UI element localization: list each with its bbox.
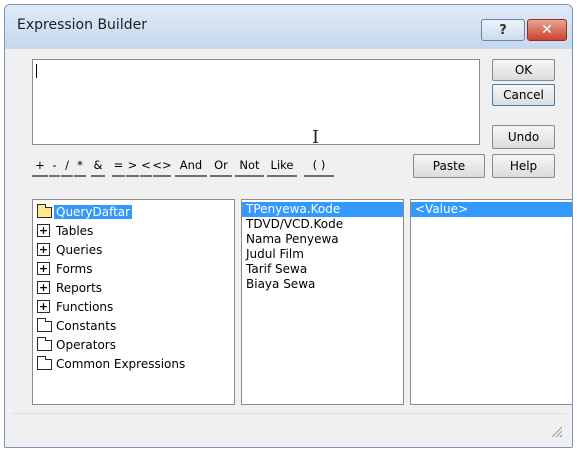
ibeam-cursor-icon: I bbox=[312, 127, 320, 148]
expand-plus-icon[interactable]: + bbox=[37, 224, 50, 237]
folder-open-icon bbox=[37, 204, 52, 218]
list-item[interactable]: TPenyewa.Kode bbox=[242, 202, 403, 217]
expand-plus-icon[interactable]: + bbox=[37, 262, 50, 275]
element-fields-list[interactable]: TPenyewa.Kode TDVD/VCD.Kode Nama Penyewa… bbox=[241, 199, 404, 405]
operator-parentheses-button[interactable]: ( ) bbox=[304, 158, 334, 177]
expression-builder-window: Expression Builder ? ✕ I OK Cancel Undo … bbox=[4, 4, 573, 448]
list-item[interactable]: Biaya Sewa bbox=[242, 277, 403, 292]
help-button[interactable]: Help bbox=[492, 154, 555, 178]
operator-divide-button[interactable]: / bbox=[61, 158, 73, 177]
element-values-list[interactable]: <Value> bbox=[410, 199, 572, 405]
list-item[interactable]: <Value> bbox=[411, 202, 572, 217]
list-item[interactable]: Nama Penyewa bbox=[242, 232, 403, 247]
expand-plus-icon[interactable]: + bbox=[37, 300, 50, 313]
tree-item-operators[interactable]: Operators bbox=[33, 335, 234, 354]
cancel-button[interactable]: Cancel bbox=[492, 84, 555, 106]
expression-input[interactable] bbox=[32, 59, 480, 145]
list-item[interactable]: Tarif Sewa bbox=[242, 262, 403, 277]
text-caret bbox=[36, 64, 37, 78]
dialog-body: I OK Cancel Undo + - / * & = > < <> And … bbox=[11, 49, 572, 441]
operator-greater-button[interactable]: > bbox=[126, 158, 139, 177]
status-bar bbox=[11, 413, 566, 441]
tree-item-functions[interactable]: + Functions bbox=[33, 297, 234, 316]
operator-equals-button[interactable]: = bbox=[112, 158, 125, 177]
operator-or-button[interactable]: Or bbox=[210, 158, 232, 177]
operator-like-button[interactable]: Like bbox=[267, 158, 297, 177]
tree-item-forms[interactable]: + Forms bbox=[33, 259, 234, 278]
close-icon: ✕ bbox=[541, 22, 553, 38]
expand-plus-icon[interactable]: + bbox=[37, 281, 50, 294]
operator-not-equal-button[interactable]: <> bbox=[152, 158, 172, 177]
folder-icon bbox=[37, 318, 52, 332]
undo-button[interactable]: Undo bbox=[492, 125, 555, 149]
operator-concat-button[interactable]: & bbox=[91, 158, 105, 177]
tree-item-constants[interactable]: Constants bbox=[33, 316, 234, 335]
question-mark-icon: ? bbox=[499, 22, 507, 38]
folder-icon bbox=[37, 337, 52, 351]
operator-multiply-button[interactable]: * bbox=[74, 158, 86, 177]
title-help-button[interactable]: ? bbox=[481, 19, 525, 41]
operator-not-button[interactable]: Not bbox=[235, 158, 264, 177]
ok-button[interactable]: OK bbox=[492, 59, 555, 81]
tree-item-tables[interactable]: + Tables bbox=[33, 221, 234, 240]
element-tree-list[interactable]: QueryDaftar + Tables + Queries + Forms +… bbox=[32, 199, 235, 405]
tree-item-queries[interactable]: + Queries bbox=[33, 240, 234, 259]
paste-button[interactable]: Paste bbox=[413, 154, 485, 178]
window-title: Expression Builder bbox=[17, 17, 147, 33]
resize-grip-icon[interactable] bbox=[550, 425, 562, 437]
expand-plus-icon[interactable]: + bbox=[37, 243, 50, 256]
operator-and-button[interactable]: And bbox=[175, 158, 207, 177]
operator-plus-button[interactable]: + bbox=[32, 158, 48, 177]
list-item[interactable]: TDVD/VCD.Kode bbox=[242, 217, 403, 232]
folder-icon bbox=[37, 356, 52, 370]
tree-item-common-expressions[interactable]: Common Expressions bbox=[33, 354, 234, 373]
operator-less-button[interactable]: < bbox=[140, 158, 152, 177]
tree-item-querydaftar[interactable]: QueryDaftar bbox=[33, 202, 234, 221]
title-close-button[interactable]: ✕ bbox=[527, 19, 567, 41]
operator-minus-button[interactable]: - bbox=[49, 158, 60, 177]
tree-item-reports[interactable]: + Reports bbox=[33, 278, 234, 297]
list-item[interactable]: Judul Film bbox=[242, 247, 403, 262]
title-bar[interactable]: Expression Builder ? ✕ bbox=[5, 5, 572, 49]
